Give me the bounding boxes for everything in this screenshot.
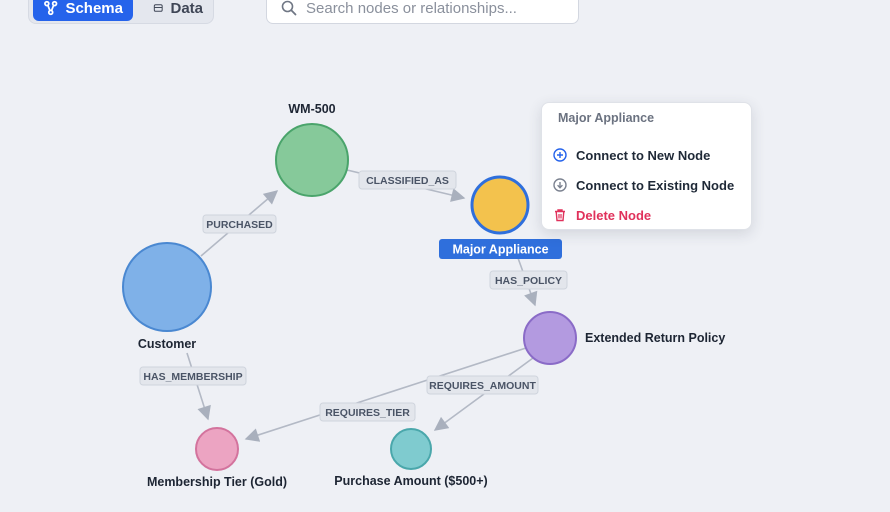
- edge-label: REQUIRES_AMOUNT: [429, 380, 536, 392]
- edge-label: PURCHASED: [206, 219, 273, 231]
- edge-label: CLASSIFIED_AS: [366, 175, 449, 187]
- arrow-down-circle-icon: [553, 178, 567, 192]
- node-extended-return-policy[interactable]: Extended Return Policy: [523, 311, 725, 365]
- node-label: Purchase Amount ($500+): [334, 474, 487, 488]
- menu-item-label: Connect to Existing Node: [576, 177, 735, 193]
- connect-existing-node-item[interactable]: Connect to Existing Node: [553, 173, 734, 197]
- node-customer[interactable]: Customer: [122, 242, 212, 351]
- node-label: Membership Tier (Gold): [147, 475, 287, 489]
- graph-canvas[interactable]: PURCHASED CLASSIFIED_AS HAS_POLICY HAS_M…: [0, 0, 890, 512]
- edge-label: HAS_MEMBERSHIP: [143, 371, 242, 383]
- menu-item-label: Delete Node: [576, 207, 652, 223]
- delete-node-item[interactable]: Delete Node: [553, 203, 651, 227]
- node-label: Customer: [138, 337, 196, 351]
- edge-label: REQUIRES_TIER: [325, 407, 410, 419]
- edge-classified-as[interactable]: CLASSIFIED_AS: [346, 169, 466, 202]
- menu-item-label: Connect to New Node: [576, 147, 711, 163]
- node-purchase-amount[interactable]: Purchase Amount ($500+): [334, 428, 488, 488]
- edge-purchased[interactable]: PURCHASED: [200, 190, 279, 257]
- node-label: WM-500: [288, 102, 335, 116]
- plus-circle-icon: [553, 148, 567, 162]
- edge-has-policy[interactable]: HAS_POLICY: [489, 257, 568, 307]
- node-label: Major Appliance: [452, 243, 548, 257]
- node-wm500[interactable]: WM-500: [275, 102, 349, 197]
- node-context-menu: Major Appliance Connect to New Node Conn…: [541, 102, 752, 230]
- node-label: Extended Return Policy: [585, 331, 725, 345]
- edge-requires-amount[interactable]: REQUIRES_AMOUNT: [426, 357, 539, 431]
- connect-new-node-item[interactable]: Connect to New Node: [553, 143, 710, 167]
- edge-label: HAS_POLICY: [495, 275, 562, 287]
- edge-has-membership[interactable]: HAS_MEMBERSHIP: [139, 352, 247, 421]
- node-membership-tier[interactable]: Membership Tier (Gold): [147, 427, 287, 489]
- context-menu-title: Major Appliance: [558, 111, 655, 125]
- trash-icon: [555, 209, 565, 222]
